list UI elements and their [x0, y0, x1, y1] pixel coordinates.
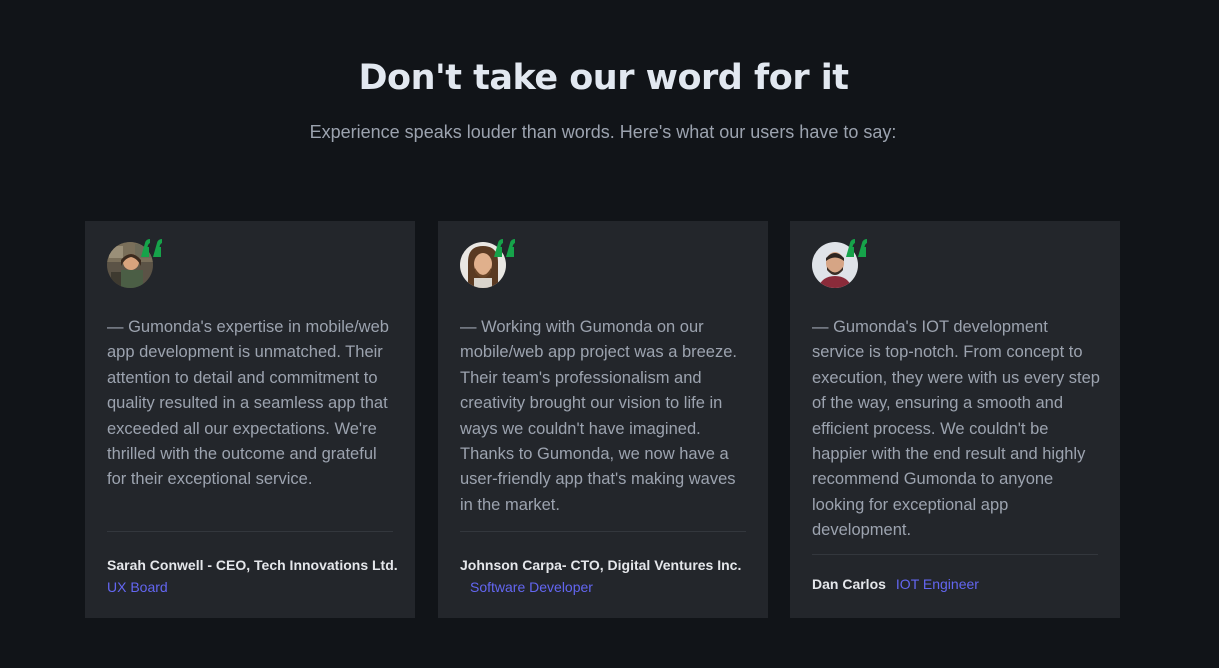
section-subtitle: Experience speaks louder than words. Her…	[309, 122, 897, 142]
author-name: Johnson Carpa- CTO, Digital Ventures Inc…	[460, 557, 742, 573]
author-role: UX Board	[107, 579, 168, 595]
testimonial-card: — Gumonda's IOT development service is t…	[790, 221, 1120, 618]
testimonials-section: Don't take our word for it Experience sp…	[0, 0, 1219, 668]
quote-icon	[494, 239, 515, 257]
testimonial-card: — Gumonda's expertise in mobile/web app …	[85, 221, 415, 618]
testimonial-author: Sarah Conwell - CEO, Tech Innovations Lt…	[107, 554, 407, 598]
author-name: Dan Carlos	[812, 576, 886, 592]
testimonial-quote: — Working with Gumonda on our mobile/web…	[460, 318, 737, 514]
section-title: Don't take our word for it	[358, 58, 850, 98]
author-role: Software Developer	[470, 579, 593, 595]
author-name: Sarah Conwell - CEO, Tech Innovations Lt…	[107, 557, 398, 573]
author-role: IOT Engineer	[895, 576, 979, 592]
divider	[107, 531, 393, 532]
quote-icon	[141, 239, 162, 257]
testimonial-author: Dan Carlos IOT Engineer	[812, 573, 1112, 595]
testimonial-quote: — Gumonda's IOT development service is t…	[812, 318, 1100, 540]
testimonial-quote: — Gumonda's expertise in mobile/web app …	[107, 318, 389, 489]
divider	[460, 531, 746, 532]
divider	[812, 554, 1098, 555]
testimonial-card: — Working with Gumonda on our mobile/web…	[438, 221, 768, 618]
quote-icon	[846, 239, 867, 257]
testimonial-author: Johnson Carpa- CTO, Digital Ventures Inc…	[460, 554, 760, 598]
